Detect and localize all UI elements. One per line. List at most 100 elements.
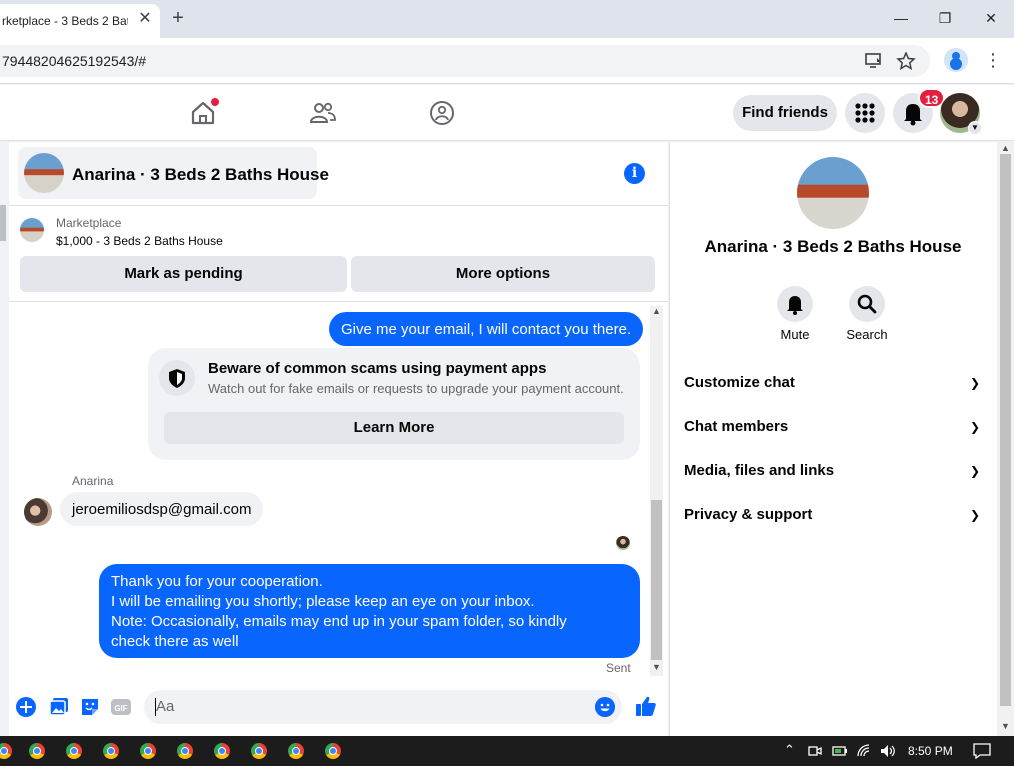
chrome-taskbar-icon[interactable] (29, 743, 45, 759)
info-icon[interactable]: i (624, 163, 645, 184)
message-outgoing-long[interactable]: Thank you for your cooperation. I will b… (99, 564, 640, 658)
sticker-icon[interactable] (79, 696, 101, 718)
shield-button (159, 360, 195, 396)
message-outgoing[interactable]: Give me your email, I will contact you t… (329, 312, 644, 346)
chrome-taskbar-icon[interactable] (214, 743, 230, 759)
volume-icon[interactable] (880, 744, 896, 758)
section-label: Customize chat (684, 374, 795, 391)
message-status: Sent (606, 661, 631, 675)
chrome-taskbar-icon[interactable] (140, 743, 156, 759)
learn-more-button[interactable]: Learn More (164, 412, 624, 444)
meet-now-icon[interactable] (808, 744, 822, 758)
facebook-top-nav: Find friends 13 ▼ (0, 85, 1014, 141)
chevron-down-icon: ❯ (969, 508, 980, 522)
find-friends-button[interactable]: Find friends (733, 95, 837, 131)
left-scrollbar-thumb[interactable] (0, 205, 6, 241)
mark-as-pending-button[interactable]: Mark as pending (20, 256, 347, 292)
photo-icon[interactable] (48, 696, 70, 718)
notification-center-icon[interactable] (973, 743, 991, 759)
browser-tab-strip: rketplace - 3 Beds 2 Bat ✕ + — ❐ ✕ (0, 0, 1014, 38)
section-chat-members[interactable]: Chat members ❯ (684, 415, 984, 439)
taskbar-clock[interactable]: 8:50 PM (908, 744, 953, 758)
scam-warning-title: Beware of common scams using payment app… (208, 360, 547, 377)
bell-icon (787, 296, 803, 315)
grid-menu-icon (855, 103, 875, 123)
chrome-taskbar-icon[interactable] (103, 743, 119, 759)
listing-avatar-large (797, 157, 869, 229)
chat-info-panel (669, 142, 997, 736)
plus-circle-icon[interactable] (15, 696, 37, 718)
listing-price-title[interactable]: $1,000 - 3 Beds 2 Baths House (56, 234, 223, 248)
browser-tab[interactable]: rketplace - 3 Beds 2 Bat ✕ (0, 4, 160, 38)
section-media-files-links[interactable]: Media, files and links ❯ (684, 459, 984, 483)
message-line: Thank you for your cooperation. (111, 573, 323, 590)
chrome-taskbar-icon[interactable] (251, 743, 267, 759)
groups-icon[interactable] (428, 99, 456, 127)
tab-close-icon[interactable]: ✕ (136, 10, 154, 28)
chrome-taskbar-icon[interactable] (177, 743, 193, 759)
messages-scrollbar-thumb[interactable] (651, 500, 662, 660)
message-incoming[interactable]: jeroemiliosdsp@gmail.com (60, 492, 264, 526)
bookmark-star-icon[interactable] (896, 52, 916, 70)
section-label: Chat members (684, 418, 789, 435)
chrome-taskbar-icon[interactable] (325, 743, 341, 759)
listing-thumbnail (24, 153, 64, 193)
friends-icon[interactable] (309, 99, 337, 127)
minimize-button[interactable]: — (887, 6, 915, 30)
thumbs-up-icon[interactable] (634, 694, 658, 718)
chrome-taskbar-icon[interactable] (288, 743, 304, 759)
section-customize-chat[interactable]: Customize chat ❯ (684, 371, 984, 395)
install-app-icon[interactable] (864, 52, 884, 70)
url-text: 79448204625192543/# (2, 53, 147, 69)
browser-menu-icon[interactable]: ⋮ (984, 50, 1002, 70)
emoji-icon[interactable] (595, 697, 615, 717)
sender-avatar[interactable] (24, 498, 52, 526)
section-label: Media, files and links (684, 462, 835, 479)
window-close-button[interactable]: ✕ (977, 6, 1005, 30)
chevron-down-icon: ❯ (969, 420, 980, 434)
info-panel-title: Anarina · 3 Beds 2 Baths House (704, 237, 962, 256)
listing-divider (9, 301, 668, 302)
tray-expand-icon[interactable]: ⌃ (784, 742, 795, 758)
new-tab-button[interactable]: + (168, 8, 188, 28)
home-notification-dot (211, 98, 219, 106)
search-button[interactable] (849, 286, 885, 322)
chevron-down-icon[interactable]: ▼ (968, 121, 982, 135)
message-input[interactable] (144, 690, 622, 724)
more-options-button[interactable]: More options (351, 256, 655, 292)
scroll-up-arrow-icon[interactable]: ▲ (1001, 143, 1010, 153)
message-line: check there as well (111, 633, 239, 650)
chevron-down-icon: ❯ (969, 376, 980, 390)
mute-button[interactable] (777, 286, 813, 322)
shield-icon (169, 369, 185, 388)
battery-icon[interactable] (832, 745, 848, 757)
scam-warning-body: Watch out for fake emails or requests to… (208, 381, 624, 396)
header-divider (9, 205, 668, 206)
menu-button[interactable] (845, 93, 885, 133)
scroll-down-arrow-icon[interactable]: ▼ (652, 662, 661, 672)
address-bar-row: 79448204625192543/# ⋮ (0, 38, 1014, 84)
message-placeholder: Aa (156, 698, 175, 715)
section-privacy-support[interactable]: Privacy & support ❯ (684, 503, 984, 527)
sender-name: Anarina (72, 474, 114, 488)
message-line: I will be emailing you shortly; please k… (111, 593, 535, 610)
search-icon (857, 294, 877, 314)
address-bar[interactable]: 79448204625192543/# (0, 45, 930, 77)
tab-title: rketplace - 3 Beds 2 Bat (2, 14, 128, 28)
svg-text:GIF: GIF (114, 704, 127, 713)
page-scrollbar-thumb[interactable] (1000, 154, 1011, 706)
wifi-icon[interactable] (857, 744, 871, 758)
scroll-up-arrow-icon[interactable]: ▲ (652, 306, 661, 316)
chevron-down-icon: ❯ (969, 464, 980, 478)
chrome-taskbar-icon[interactable] (66, 743, 82, 759)
browser-profile-icon[interactable] (944, 48, 968, 72)
restore-button[interactable]: ❐ (931, 6, 959, 30)
marketplace-label: Marketplace (56, 216, 122, 230)
scroll-down-arrow-icon[interactable]: ▼ (1001, 721, 1010, 731)
message-line: Note: Occasionally, emails may end up in… (111, 613, 567, 630)
search-label: Search (846, 327, 888, 342)
marketplace-thumbnail[interactable] (20, 218, 44, 242)
gif-icon[interactable]: GIF (110, 696, 132, 718)
mute-label: Mute (780, 327, 810, 342)
section-label: Privacy & support (684, 506, 813, 523)
